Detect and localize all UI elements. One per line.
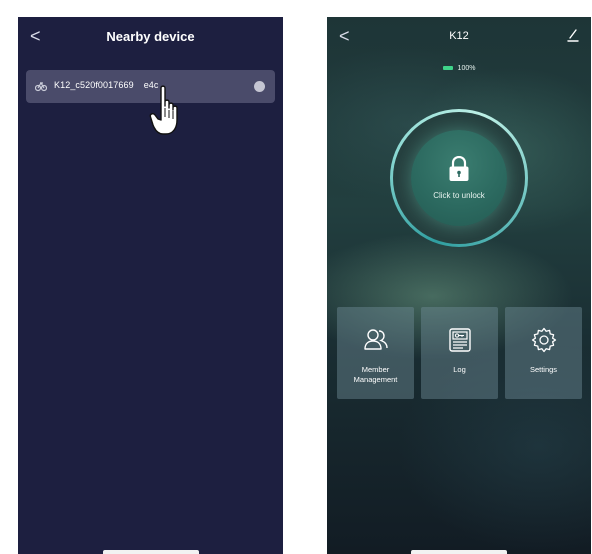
page-title: K12 xyxy=(449,30,469,42)
home-indicator xyxy=(411,550,507,554)
device-control-screen: < K12 100% Click to unlock Member Manage… xyxy=(327,17,591,554)
tile-label: Log xyxy=(453,365,466,374)
battery-icon xyxy=(442,66,453,71)
page-title: Nearby device xyxy=(106,29,195,44)
nearby-device-screen: < Nearby device K12_c520f0017669 e4c xyxy=(18,17,283,554)
lock-icon xyxy=(449,156,469,181)
unlock-label: Click to unlock xyxy=(433,191,485,200)
log-tile[interactable]: Log xyxy=(421,307,498,399)
tile-label: Member Management xyxy=(353,365,398,384)
bike-icon xyxy=(35,81,47,92)
unlock-button[interactable]: Click to unlock xyxy=(411,130,507,226)
gear-icon xyxy=(531,327,557,353)
tile-label: Settings xyxy=(529,365,558,374)
device-name: K12_c520f0017669 e4c xyxy=(54,80,159,90)
log-icon xyxy=(449,328,471,352)
pointer-hand-icon xyxy=(149,85,178,135)
home-indicator xyxy=(102,550,199,554)
users-icon xyxy=(364,329,388,350)
battery-indicator: 100% xyxy=(327,65,591,72)
edit-icon[interactable] xyxy=(567,28,579,42)
member-management-tile[interactable]: Member Management xyxy=(337,307,414,399)
status-dot xyxy=(254,81,265,92)
settings-tile[interactable]: Settings xyxy=(505,307,582,399)
